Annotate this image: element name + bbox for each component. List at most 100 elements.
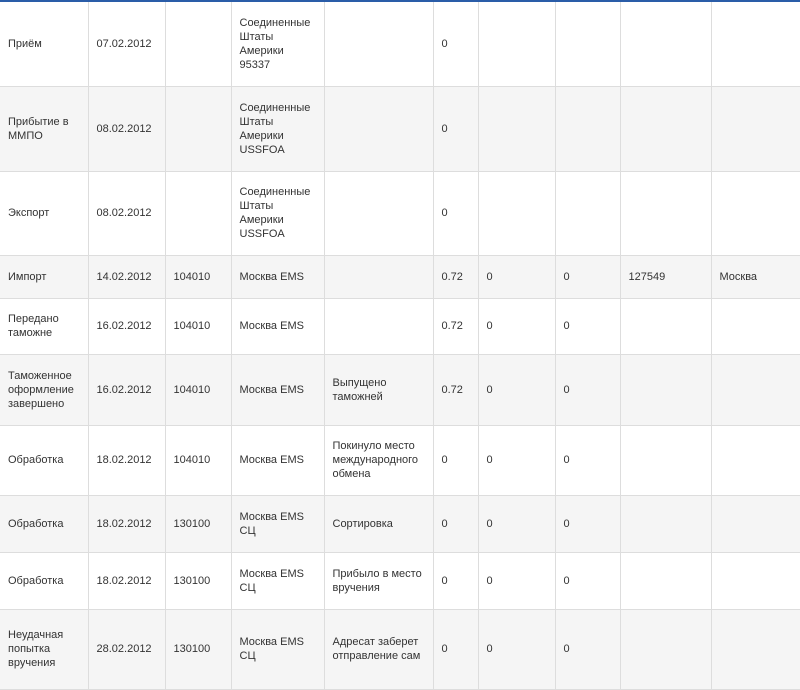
cell-operation: Импорт	[0, 255, 89, 299]
cell-declared-value: 0	[478, 255, 556, 299]
cell-date: 16.02.2012	[88, 354, 166, 426]
cell-declared-value: 0	[478, 354, 556, 426]
cell-weight: 0	[433, 2, 479, 87]
cell-index: 130100	[165, 495, 232, 553]
cell-date: 08.02.2012	[88, 171, 166, 256]
cell-attribute: Адресат заберет отправление сам	[324, 609, 434, 690]
cell-dest-index: 127549	[620, 255, 712, 299]
cell-index: 130100	[165, 609, 232, 690]
cell-date: 28.02.2012	[88, 609, 166, 690]
cell-attribute	[324, 2, 434, 87]
cell-attribute: Выпущено таможней	[324, 354, 434, 426]
table-row: Обработка 18.02.2012 130100 Москва EMS СЦ Пр…	[0, 552, 800, 610]
cell-operation: Неудачная попытка вручения	[0, 609, 89, 690]
cell-index	[165, 86, 232, 172]
cell-place: Соединенные Штаты Америки 95337	[231, 2, 325, 87]
cell-weight: 0	[433, 86, 479, 172]
table-row: Прибытие в ММПО 08.02.2012 Соединенные Шта…	[0, 86, 800, 172]
cell-cod: 0	[555, 255, 621, 299]
cell-place: Москва EMS СЦ	[231, 495, 325, 553]
cell-dest-address	[711, 298, 800, 355]
table-row: Импорт 14.02.2012 104010 Москва EMS 0.72 0 0 12…	[0, 255, 800, 299]
cell-declared-value	[478, 2, 556, 87]
cell-index: 104010	[165, 255, 232, 299]
cell-operation: Обработка	[0, 425, 89, 496]
cell-cod: 0	[555, 298, 621, 355]
cell-dest-address	[711, 354, 800, 426]
cell-dest-address	[711, 609, 800, 690]
cell-weight: 0.72	[433, 255, 479, 299]
cell-place: Москва EMS СЦ	[231, 552, 325, 610]
cell-dest-index	[620, 171, 712, 256]
cell-operation: Приём	[0, 2, 89, 87]
table-row: Обработка 18.02.2012 104010 Москва EMS Покин…	[0, 425, 800, 496]
cell-weight: 0	[433, 609, 479, 690]
cell-place: Москва EMS СЦ	[231, 609, 325, 690]
table-row: Неудачная попытка вручения 28.02.2012 1301…	[0, 609, 800, 690]
cell-operation: Обработка	[0, 495, 89, 553]
cell-attribute	[324, 171, 434, 256]
cell-dest-index	[620, 495, 712, 553]
cell-dest-address	[711, 552, 800, 610]
cell-attribute	[324, 255, 434, 299]
cell-cod: 0	[555, 354, 621, 426]
table-row: Обработка 18.02.2012 130100 Москва EMS СЦ Со…	[0, 495, 800, 553]
cell-operation: Таможенное оформление завершено	[0, 354, 89, 426]
cell-dest-index	[620, 354, 712, 426]
cell-dest-address	[711, 495, 800, 553]
cell-declared-value: 0	[478, 609, 556, 690]
cell-dest-address	[711, 2, 800, 87]
cell-cod	[555, 2, 621, 87]
cell-date: 08.02.2012	[88, 86, 166, 172]
cell-declared-value	[478, 171, 556, 256]
cell-dest-index	[620, 86, 712, 172]
cell-cod: 0	[555, 495, 621, 553]
cell-date: 18.02.2012	[88, 425, 166, 496]
cell-weight: 0.72	[433, 354, 479, 426]
table-row: Передано таможне 16.02.2012 104010 Москва E…	[0, 298, 800, 355]
cell-index: 104010	[165, 298, 232, 355]
table-row: Таможенное оформление завершено 16.02.201…	[0, 354, 800, 426]
cell-place: Москва EMS	[231, 354, 325, 426]
cell-date: 18.02.2012	[88, 495, 166, 553]
cell-cod	[555, 171, 621, 256]
cell-place: Соединенные Штаты Америки USSFOA	[231, 171, 325, 256]
cell-date: 14.02.2012	[88, 255, 166, 299]
cell-dest-index	[620, 2, 712, 87]
cell-index: 104010	[165, 354, 232, 426]
cell-cod: 0	[555, 552, 621, 610]
cell-declared-value	[478, 86, 556, 172]
tracking-history-table: Приём 07.02.2012 Соединенные Штаты Америки…	[0, 2, 800, 690]
cell-cod: 0	[555, 425, 621, 496]
cell-operation: Прибытие в ММПО	[0, 86, 89, 172]
cell-declared-value: 0	[478, 298, 556, 355]
cell-operation: Обработка	[0, 552, 89, 610]
cell-weight: 0	[433, 171, 479, 256]
table-row: Приём 07.02.2012 Соединенные Штаты Америки…	[0, 2, 800, 87]
cell-date: 07.02.2012	[88, 2, 166, 87]
cell-dest-index	[620, 552, 712, 610]
cell-attribute: Сортировка	[324, 495, 434, 553]
cell-date: 18.02.2012	[88, 552, 166, 610]
cell-operation: Передано таможне	[0, 298, 89, 355]
cell-date: 16.02.2012	[88, 298, 166, 355]
cell-cod: 0	[555, 609, 621, 690]
cell-weight: 0	[433, 552, 479, 610]
cell-dest-address	[711, 86, 800, 172]
cell-weight: 0	[433, 495, 479, 553]
tracking-history-body: Приём 07.02.2012 Соединенные Штаты Америки…	[0, 2, 800, 690]
cell-attribute	[324, 86, 434, 172]
cell-dest-address: Москва	[711, 255, 800, 299]
cell-index: 130100	[165, 552, 232, 610]
cell-place: Москва EMS	[231, 255, 325, 299]
cell-attribute	[324, 298, 434, 355]
cell-dest-address	[711, 171, 800, 256]
cell-dest-index	[620, 425, 712, 496]
cell-index: 104010	[165, 425, 232, 496]
cell-dest-address	[711, 425, 800, 496]
table-row: Экспорт 08.02.2012 Соединенные Штаты Амери…	[0, 171, 800, 256]
cell-index	[165, 171, 232, 256]
cell-place: Москва EMS	[231, 425, 325, 496]
cell-weight: 0	[433, 425, 479, 496]
cell-attribute: Покинуло место международного обмена	[324, 425, 434, 496]
